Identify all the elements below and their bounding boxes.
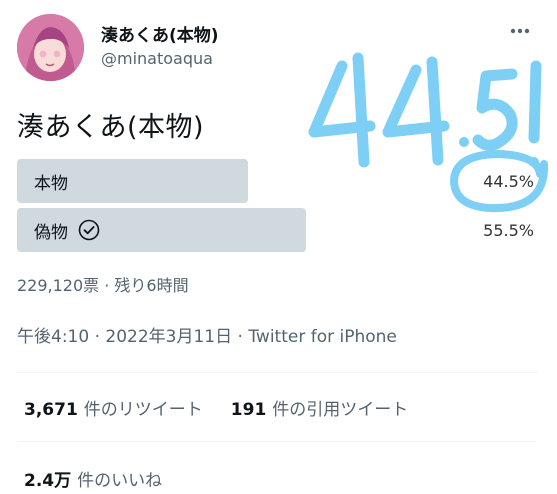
poll-option-label: 偽物 bbox=[34, 208, 100, 252]
poll-option-1: 本物 44.5% bbox=[17, 159, 537, 203]
retweets-stat[interactable]: 3,671 件のリツイート bbox=[24, 395, 203, 420]
poll-option-label: 本物 bbox=[34, 173, 68, 194]
tweet-source-link[interactable]: Twitter for iPhone bbox=[248, 327, 397, 347]
divider bbox=[17, 372, 537, 373]
divider bbox=[17, 441, 537, 442]
poll-meta: 229,120票 · 残り6時間 bbox=[17, 276, 189, 295]
poll-option-percent: 55.5% bbox=[483, 220, 534, 240]
quote-tweets-stat[interactable]: 191 件の引用ツイート bbox=[231, 395, 409, 420]
display-name[interactable]: 湊あくあ(本物) bbox=[101, 21, 219, 46]
poll-option-percent: 44.5% bbox=[483, 171, 534, 191]
username[interactable]: @minatoaqua bbox=[101, 49, 213, 68]
tweet-time-link[interactable]: 午後4:10 · 2022年3月11日 bbox=[17, 327, 232, 347]
avatar[interactable] bbox=[17, 14, 84, 81]
poll-option-2: 偽物 55.5% bbox=[17, 208, 537, 252]
engagement-stats: 3,671 件のリツイート 191 件の引用ツイート bbox=[24, 395, 408, 420]
more-horizontal-icon[interactable] bbox=[505, 16, 535, 46]
check-circle-icon bbox=[78, 219, 100, 241]
likes-stat[interactable]: 2.4万 件のいいね bbox=[24, 466, 162, 491]
tweet-text: 湊あくあ(本物) bbox=[17, 112, 205, 143]
timestamp: 午後4:10 · 2022年3月11日 · Twitter for iPhone bbox=[17, 327, 397, 347]
